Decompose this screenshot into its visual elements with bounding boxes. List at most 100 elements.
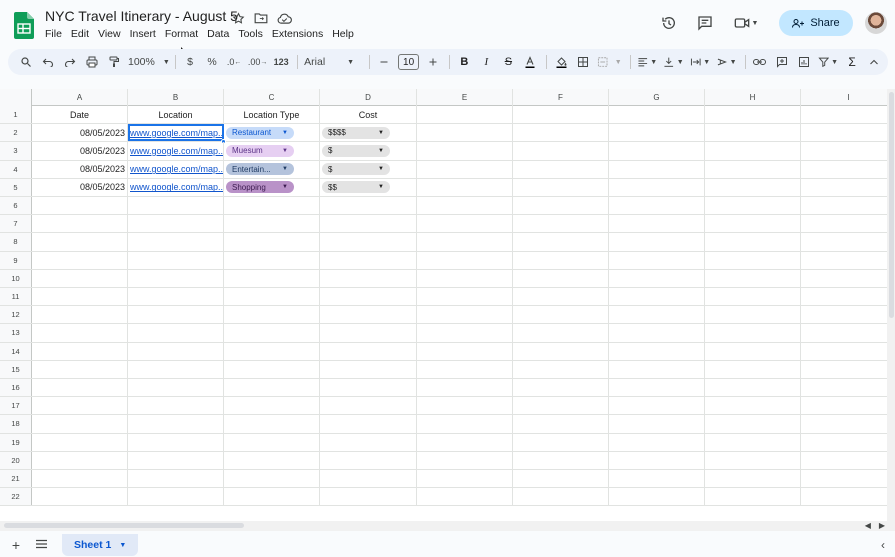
grid-cell[interactable]: [224, 233, 320, 251]
grid-cell[interactable]: [609, 124, 705, 142]
grid-cell[interactable]: [705, 106, 801, 124]
grid-cell[interactable]: [609, 397, 705, 415]
row-header[interactable]: 20: [0, 451, 32, 469]
grid-cell[interactable]: [801, 361, 895, 378]
font-size-decrease-button[interactable]: [376, 53, 392, 71]
grid-cell[interactable]: [417, 360, 513, 378]
row-header[interactable]: 11: [0, 288, 32, 306]
format-currency-button[interactable]: $: [182, 53, 198, 71]
date-cell[interactable]: 08/05/2023: [32, 160, 128, 178]
grid-cell[interactable]: [513, 178, 609, 196]
grid-cell[interactable]: [609, 433, 705, 451]
insert-chart-icon[interactable]: [796, 53, 812, 71]
grid-cell[interactable]: [609, 470, 705, 488]
font-size-increase-button[interactable]: [425, 53, 441, 71]
grid-cell[interactable]: [705, 324, 801, 342]
grid-cell[interactable]: [320, 306, 417, 324]
grid-cell[interactable]: [417, 470, 513, 488]
grid-cell[interactable]: [609, 142, 705, 160]
scroll-left-icon[interactable]: ◀: [865, 521, 871, 530]
grid-cell[interactable]: [705, 433, 801, 451]
increase-decimal-button[interactable]: .00 →: [248, 53, 268, 71]
column-header-d[interactable]: D: [320, 89, 417, 106]
menu-extensions[interactable]: Extensions: [272, 28, 328, 40]
grid-cell[interactable]: [513, 106, 609, 124]
grid-cell[interactable]: [224, 488, 320, 506]
cost-dropdown-chip[interactable]: $ ▼: [322, 144, 390, 157]
dropdown-arrow-icon[interactable]: ▼: [282, 184, 288, 190]
grid-cell[interactable]: [224, 251, 320, 269]
meet-video-icon[interactable]: ▼: [729, 11, 763, 35]
grid-cell[interactable]: [320, 342, 417, 360]
location-type-dropdown-chip[interactable]: Muesum ▼: [226, 144, 294, 157]
menu-view[interactable]: View: [98, 28, 126, 40]
row-header[interactable]: 5: [0, 178, 32, 196]
column-header-c[interactable]: C: [224, 89, 320, 106]
grid-cell[interactable]: [801, 252, 895, 269]
grid-cell[interactable]: [128, 451, 224, 469]
grid-cell[interactable]: [513, 197, 609, 215]
grid-cell[interactable]: [609, 306, 705, 324]
grid-cell[interactable]: [801, 106, 895, 123]
grid-cell[interactable]: [320, 433, 417, 451]
grid-cell[interactable]: [609, 178, 705, 196]
grid-cell[interactable]: [224, 342, 320, 360]
grid-cell[interactable]: [32, 197, 128, 215]
grid-cell[interactable]: [417, 269, 513, 287]
more-formats-button[interactable]: 123: [273, 53, 289, 71]
location-type-dropdown-chip[interactable]: Restaurant ▼: [226, 126, 294, 139]
row-header[interactable]: 9: [0, 251, 32, 269]
grid-cell[interactable]: [513, 433, 609, 451]
move-folder-icon[interactable]: [253, 10, 269, 26]
grid-cell[interactable]: [417, 251, 513, 269]
grid-cell[interactable]: [417, 415, 513, 433]
grid-cell[interactable]: [801, 397, 895, 414]
location-type-cell[interactable]: Restaurant ▼: [224, 124, 320, 142]
grid-cell[interactable]: [32, 233, 128, 251]
grid-cell[interactable]: [224, 324, 320, 342]
grid-cell[interactable]: [224, 433, 320, 451]
grid-cell[interactable]: [32, 433, 128, 451]
grid-cell[interactable]: [128, 306, 224, 324]
cost-cell[interactable]: $$ ▼: [320, 178, 417, 196]
grid-cell[interactable]: [609, 269, 705, 287]
grid-cell[interactable]: [609, 251, 705, 269]
grid-cell[interactable]: [224, 288, 320, 306]
grid-cell[interactable]: [32, 415, 128, 433]
grid-cell[interactable]: [224, 215, 320, 233]
grid-cell[interactable]: [128, 470, 224, 488]
grid-cell[interactable]: [513, 269, 609, 287]
row-header[interactable]: 15: [0, 360, 32, 378]
collapse-side-panel-icon[interactable]: ‹: [881, 538, 885, 552]
grid-cell[interactable]: [801, 415, 895, 432]
grid-cell[interactable]: [705, 470, 801, 488]
grid-cell[interactable]: [705, 269, 801, 287]
filter-icon[interactable]: ▼: [817, 53, 838, 71]
grid-cell[interactable]: [224, 360, 320, 378]
grid-cell[interactable]: [609, 342, 705, 360]
grid-cell[interactable]: [128, 342, 224, 360]
grid-cell[interactable]: [32, 360, 128, 378]
location-type-dropdown-chip[interactable]: Shopping ▼: [226, 181, 294, 194]
grid-cell[interactable]: [705, 178, 801, 196]
grid-cell[interactable]: [513, 324, 609, 342]
row-header[interactable]: 13: [0, 324, 32, 342]
grid-cell[interactable]: [128, 269, 224, 287]
font-size-input[interactable]: 10: [397, 54, 420, 70]
grid-cell[interactable]: [609, 415, 705, 433]
grid-cell[interactable]: [128, 379, 224, 397]
dropdown-arrow-icon[interactable]: ▼: [378, 148, 384, 154]
column-header-g[interactable]: G: [609, 89, 705, 106]
grid-cell[interactable]: [513, 488, 609, 506]
header-cell-date[interactable]: Date: [32, 106, 128, 124]
grid-cell[interactable]: [417, 288, 513, 306]
grid-cell[interactable]: [320, 288, 417, 306]
header-cell-cost[interactable]: Cost: [320, 106, 417, 124]
bold-button[interactable]: B: [456, 53, 472, 71]
grid-cell[interactable]: [801, 488, 895, 505]
grid-cell[interactable]: [320, 360, 417, 378]
grid-cell[interactable]: [417, 142, 513, 160]
grid-cell[interactable]: [417, 124, 513, 142]
text-wrapping-icon[interactable]: ▼: [690, 53, 710, 71]
grid-cell[interactable]: [32, 306, 128, 324]
